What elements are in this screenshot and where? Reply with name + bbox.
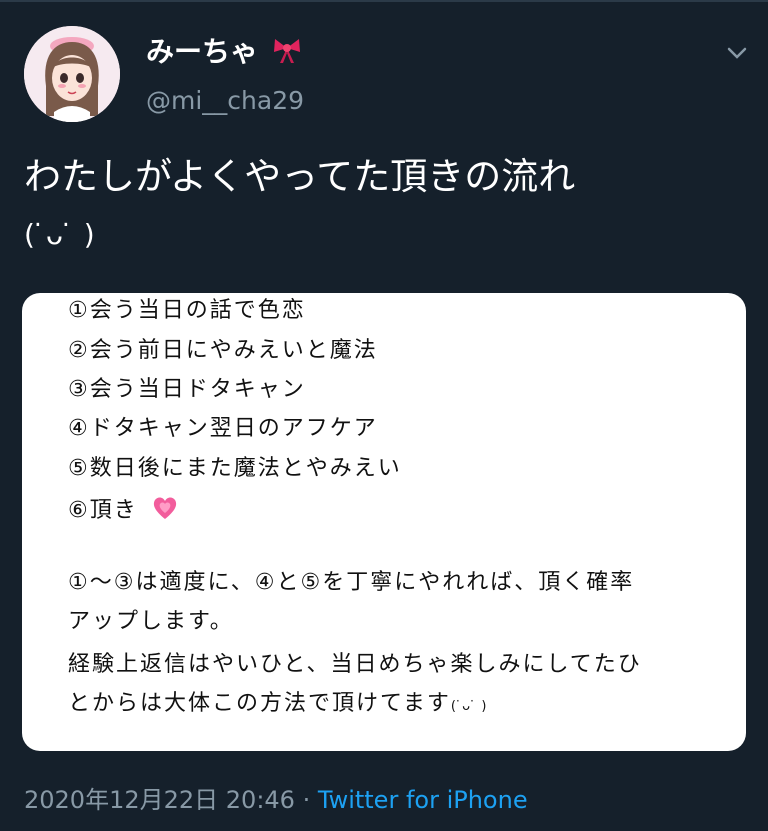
list-item-text: ⑥頂き [68,498,138,523]
note-line: とからは大体この方法で頂けてます( ̇ᴗ ̇ ) [68,685,487,717]
author-handle[interactable]: @mi__cha29 [146,86,304,115]
tweet-meta: 2020年12月22日 20:46 · Twitter for iPhone [24,780,528,815]
list-item: ③会う当日ドタキャン [68,377,306,402]
avatar[interactable] [24,26,120,122]
tweet-kaomoji: ( ̇ᴗ ̇ ) [24,218,96,251]
list-item: ②会う前日にやみえいと魔法 [68,338,378,363]
note-kaomoji: ( ̇ᴗ ̇ ) [450,699,488,714]
source-link[interactable]: Twitter for iPhone [318,786,528,814]
note-line-text: とからは大体この方法で頂けてます [68,691,451,716]
note-line: 経験上返信はやいひと、当日めちゃ楽しみにしてたひ [68,652,642,677]
author-name-text: みーちゃ [146,35,259,68]
list-item: ⑤数日後にまた魔法とやみえい [68,456,402,481]
note-line: ①〜③は適度に、④と⑤を丁寧にやれれば、頂く確率 [68,570,635,595]
tweet-text: わたしがよくやってた頂きの流れ ( ̇ᴗ ̇ ) [24,148,575,264]
author-name[interactable]: みーちゃ [146,30,302,71]
list-item: ①会う当日の話で色恋 [68,298,306,323]
separator: · [302,786,311,814]
timestamp[interactable]: 2020年12月22日 20:46 [24,786,295,814]
list-item: ⑥頂き [68,492,179,527]
chevron-down-icon[interactable] [724,40,750,66]
growing-heart-icon [151,495,179,527]
top-divider [0,0,768,2]
list-item: ④ドタキャン翌日のアフケア [68,416,378,441]
note-line: アップします。 [68,609,234,634]
attached-image[interactable]: ①会う当日の話で色恋 ②会う前日にやみえいと魔法 ③会う当日ドタキャン ④ドタキ… [22,293,746,751]
tweet-text-line: わたしがよくやってた頂きの流れ [24,155,576,198]
ribbon-bow-icon [272,36,302,71]
avatar-illustration [24,26,120,122]
